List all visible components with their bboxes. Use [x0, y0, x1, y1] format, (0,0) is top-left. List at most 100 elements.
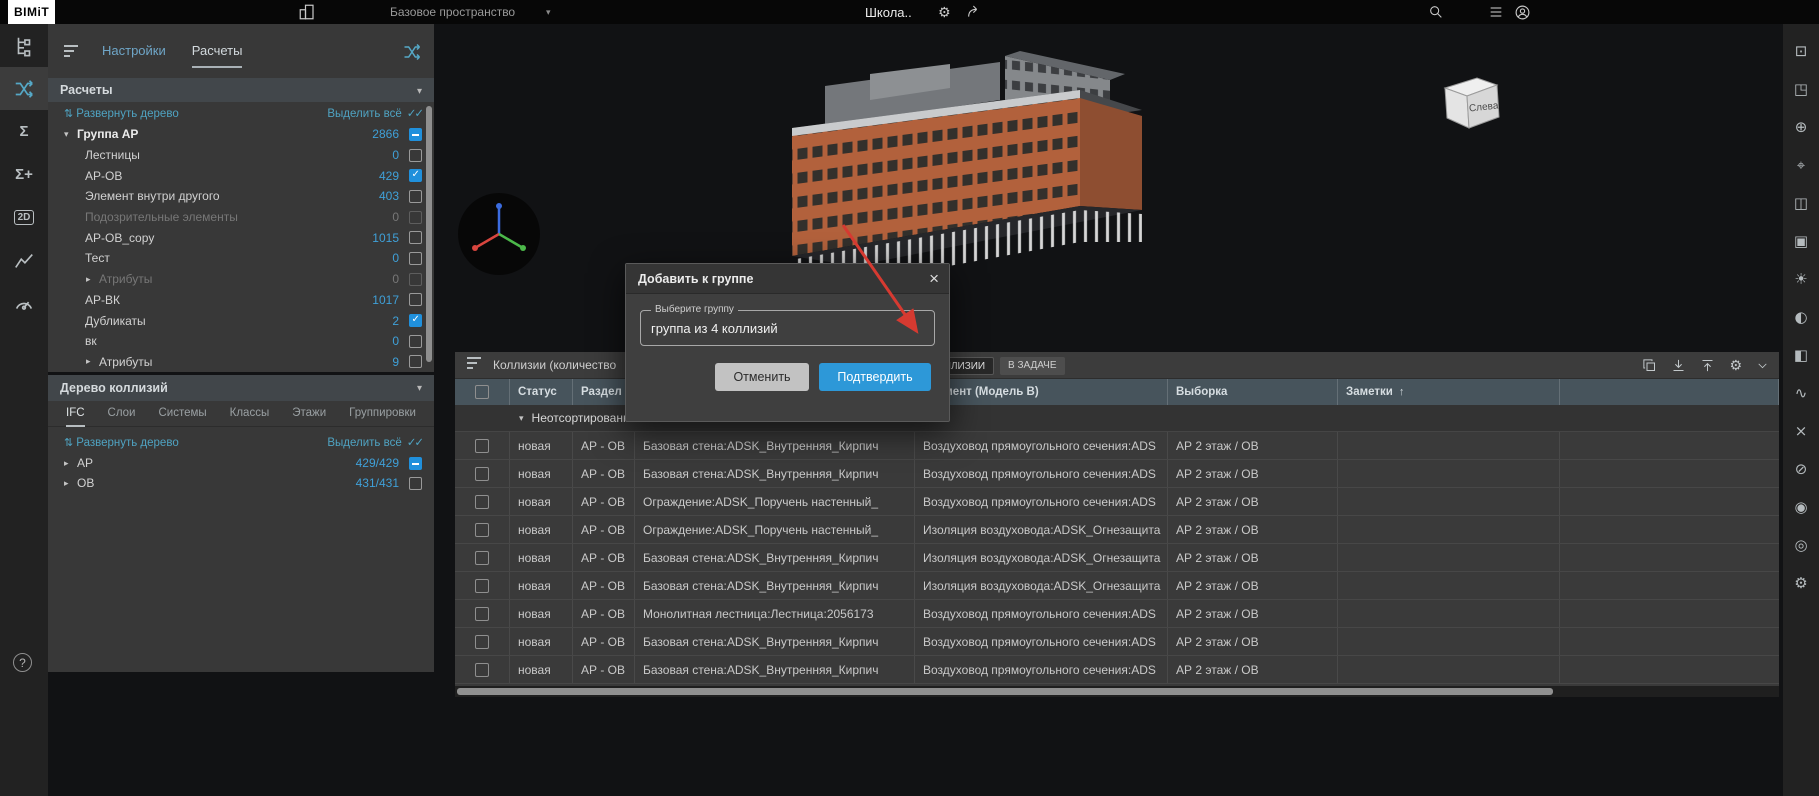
collision-tree-tab[interactable]: Классы — [230, 401, 270, 427]
column-element-b[interactable]: Элемент (Модель B) — [915, 379, 1168, 405]
collision-row[interactable]: новая АР - ОВ Ограждение:ADSK_Поручень н… — [455, 516, 1779, 544]
navigation-cube[interactable]: Слева — [1437, 72, 1503, 138]
tree-caret-icon[interactable] — [86, 356, 99, 367]
tree-row[interactable]: АР-ВК 1017 — [48, 290, 434, 311]
row-checkbox[interactable] — [475, 578, 489, 593]
collision-tree-tab[interactable]: Этажи — [292, 401, 326, 427]
tree-row-checkbox[interactable] — [409, 169, 422, 183]
tree-row[interactable]: вк 0 — [48, 331, 434, 352]
collapse-chevron-icon[interactable] — [1756, 359, 1769, 372]
account-icon[interactable] — [1514, 0, 1531, 24]
row-checkbox[interactable] — [475, 466, 489, 481]
tree-row-checkbox[interactable] — [409, 293, 422, 307]
tree-row[interactable]: Атрибуты 0 — [48, 269, 434, 290]
collision-tree-header[interactable]: Дерево коллизий ▾ — [48, 375, 434, 401]
select-all-checkbox[interactable] — [475, 385, 489, 399]
tree-row-checkbox[interactable] — [409, 314, 422, 328]
collision-row[interactable]: новая АР - ОВ Базовая стена:ADSK_Внутрен… — [455, 544, 1779, 572]
collision-row[interactable]: новая АР - ОВ Базовая стена:ADSK_Внутрен… — [455, 656, 1779, 684]
clip-box-icon[interactable]: ▣ — [1783, 222, 1819, 260]
cancel-button[interactable]: Отменить — [715, 363, 809, 391]
tree-row-checkbox[interactable] — [409, 148, 422, 162]
row-checkbox[interactable] — [475, 662, 489, 677]
sort-ascending-icon[interactable]: ↑ — [1399, 386, 1405, 398]
collision-tree-tab[interactable]: IFC — [66, 401, 85, 427]
tree-caret-icon[interactable] — [64, 478, 77, 489]
orientation-gizmo[interactable] — [455, 190, 543, 278]
tree-row-checkbox[interactable] — [409, 334, 422, 348]
model-tree-tool[interactable] — [0, 24, 48, 67]
tree-row[interactable]: Атрибуты 9 — [48, 352, 434, 372]
focus-model-icon[interactable]: ⌖ — [1783, 146, 1819, 184]
row-checkbox[interactable] — [475, 494, 489, 509]
tree-caret-icon[interactable] — [86, 274, 99, 285]
section-plane-icon[interactable]: ◫ — [1783, 184, 1819, 222]
tree-row-checkbox[interactable] — [409, 231, 422, 245]
tree-row[interactable]: Дубликаты 2 — [48, 310, 434, 331]
chevron-down-icon[interactable] — [417, 83, 422, 97]
row-checkbox[interactable] — [475, 606, 489, 621]
export-download-icon[interactable] — [1671, 358, 1686, 373]
calc-section-header[interactable]: Расчеты — [48, 78, 434, 102]
collision-tree-tab[interactable]: Системы — [158, 401, 206, 427]
scrollbar-thumb[interactable] — [457, 688, 1553, 695]
view-cube-icon[interactable]: ◳ — [1783, 70, 1819, 108]
sum-tool[interactable]: Σ — [0, 110, 48, 153]
collision-row[interactable]: новая АР - ОВ Базовая стена:ADSK_Внутрен… — [455, 460, 1779, 488]
collision-row[interactable]: новая АР - ОВ Базовая стена:ADSK_Внутрен… — [455, 572, 1779, 600]
chevron-down-icon[interactable]: ▾ — [546, 0, 551, 24]
fit-view-icon[interactable]: ⊡ — [1783, 32, 1819, 70]
row-checkbox[interactable] — [475, 550, 489, 565]
tree-row-checkbox[interactable] — [409, 189, 422, 203]
expand-tree-button[interactable]: Развернуть дерево — [64, 436, 178, 449]
tree-row-checkbox[interactable] — [409, 355, 422, 369]
tree-row[interactable]: АР 429/429 — [48, 453, 434, 473]
half-section-icon[interactable]: ◧ — [1783, 336, 1819, 374]
collisions-icon[interactable] — [402, 42, 422, 67]
column-notes[interactable]: Заметки ↑ — [1338, 379, 1560, 405]
group-caret-icon[interactable]: ▾ — [519, 413, 524, 424]
tree-row[interactable]: ОВ 431/431 — [48, 473, 434, 493]
zoom-extents-icon[interactable]: ⊕ — [1783, 108, 1819, 146]
viewport-settings-icon[interactable]: ⚙ — [1783, 564, 1819, 602]
tree-row[interactable]: Элемент внутри другого 403 — [48, 186, 434, 207]
tree-row[interactable]: Группа АР 2866 — [48, 124, 434, 145]
collision-tree-tab[interactable]: Группировки — [349, 401, 416, 427]
hide-element-icon[interactable]: ⊘ — [1783, 450, 1819, 488]
chevron-down-icon[interactable]: ▾ — [417, 383, 422, 394]
help-button[interactable]: ? — [13, 653, 32, 672]
tree-row-checkbox[interactable] — [409, 476, 422, 490]
screenshot-icon[interactable]: ◎ — [1783, 526, 1819, 564]
column-status[interactable]: Статус — [510, 379, 573, 405]
panel-scrollbar[interactable] — [426, 106, 432, 362]
project-settings-gear-icon[interactable]: ⚙ — [938, 0, 951, 24]
isolate-element-icon[interactable]: ◉ — [1783, 488, 1819, 526]
row-checkbox[interactable] — [475, 522, 489, 537]
collision-row[interactable]: новая АР - ОВ Ограждение:ADSK_Поручень н… — [455, 488, 1779, 516]
tree-row-checkbox[interactable] — [409, 272, 422, 286]
collisions-tool[interactable] — [0, 67, 48, 110]
tree-row-checkbox[interactable] — [409, 210, 422, 224]
select-all-button[interactable]: Выделить всё — [327, 106, 422, 120]
table-settings-gear-icon[interactable]: ⚙ — [1729, 357, 1742, 374]
gauge-tool[interactable] — [0, 282, 48, 325]
sum-add-tool[interactable]: Σ+ — [0, 153, 48, 196]
copy-icon[interactable] — [1642, 358, 1657, 373]
workspace-selector[interactable]: Базовое пространство — [390, 0, 515, 24]
table-horizontal-scrollbar[interactable] — [455, 686, 1779, 697]
import-upload-icon[interactable] — [1700, 358, 1715, 373]
search-icon[interactable] — [1428, 0, 1444, 24]
panel-tab[interactable]: Расчеты — [191, 38, 243, 68]
collision-row[interactable]: новая АР - ОВ Базовая стена:ADSK_Внутрен… — [455, 432, 1779, 460]
shading-mode-icon[interactable]: ◐ — [1783, 298, 1819, 336]
group-input[interactable] — [641, 311, 934, 345]
column-selection[interactable]: Выборка — [1168, 379, 1338, 405]
tree-caret-icon[interactable] — [64, 458, 77, 469]
building-icon[interactable] — [298, 0, 316, 24]
sun-shadow-icon[interactable]: ☀ — [1783, 260, 1819, 298]
panel-menu-icon[interactable] — [64, 44, 80, 62]
measurement-icon[interactable]: ∿ — [1783, 374, 1819, 412]
expand-tree-button[interactable]: Развернуть дерево — [64, 107, 178, 120]
list-menu-icon[interactable] — [1488, 0, 1504, 24]
tree-row-checkbox[interactable] — [409, 456, 422, 470]
